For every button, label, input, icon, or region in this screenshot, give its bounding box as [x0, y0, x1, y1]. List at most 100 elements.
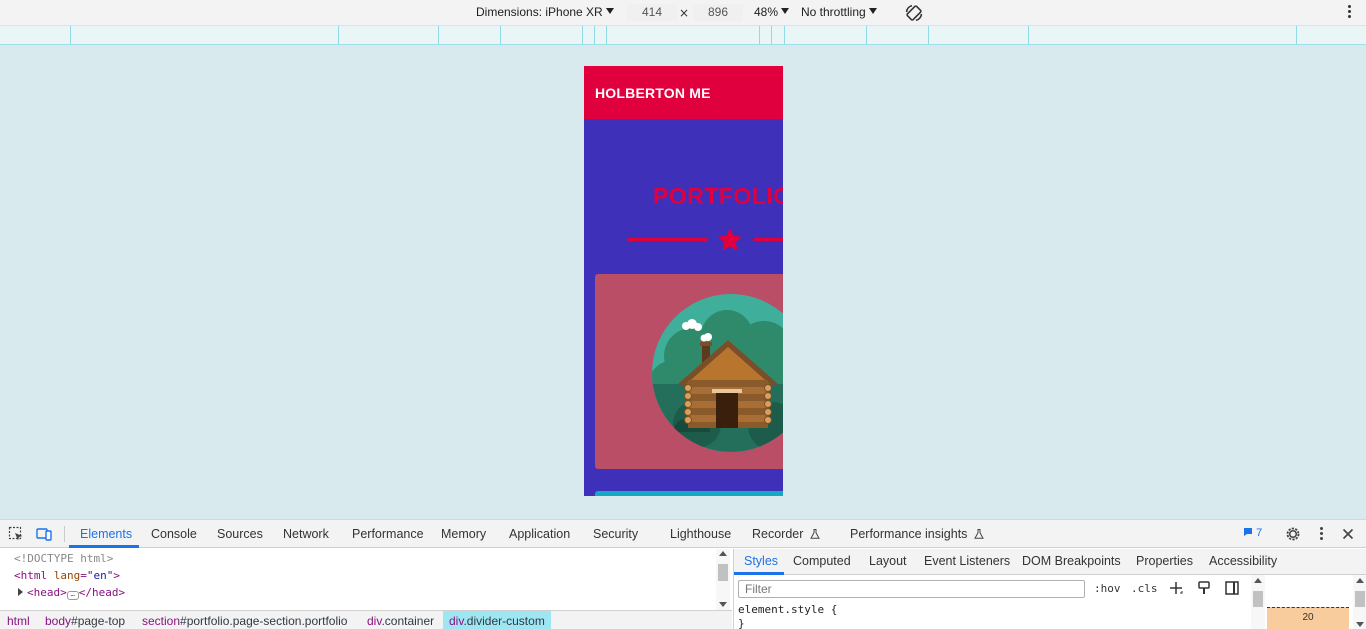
media-query-marker[interactable]: [594, 26, 595, 45]
media-query-marker[interactable]: [771, 26, 772, 45]
device-toolbar: Dimensions: iPhone XR 414 × 896 48% No t…: [0, 0, 1366, 26]
html-attr-value: "en": [86, 569, 114, 582]
scroll-up-icon[interactable]: [1254, 578, 1262, 583]
tab-lighthouse[interactable]: Lighthouse: [670, 527, 731, 541]
tab-console[interactable]: Console: [151, 527, 197, 541]
active-tab-indicator: [69, 545, 139, 548]
hover-state-toggle[interactable]: :hov: [1094, 582, 1121, 595]
tab-elements[interactable]: Elements: [80, 527, 132, 541]
head-open-tag: <head>: [27, 586, 67, 599]
media-query-marker[interactable]: [500, 26, 501, 45]
media-query-marker[interactable]: [338, 26, 339, 45]
devtools-tab-bar: Elements Console Sources Network Perform…: [0, 520, 1366, 548]
breadcrumb-html[interactable]: html: [7, 614, 30, 628]
box-model-scrollbar[interactable]: [1353, 575, 1366, 629]
dimensions-label: Dimensions: iPhone XR: [476, 5, 603, 19]
doctype-text: <!DOCTYPE html>: [14, 552, 114, 565]
tab-dom-breakpoints[interactable]: DOM Breakpoints: [1022, 554, 1121, 568]
styles-pane: Styles Computed Layout Event Listeners D…: [733, 549, 1366, 629]
issues-badge[interactable]: 7: [1243, 527, 1262, 539]
media-query-marker[interactable]: [438, 26, 439, 45]
star-icon: [718, 228, 742, 251]
element-style-rule[interactable]: element.style {: [738, 603, 837, 616]
tab-security[interactable]: Security: [593, 527, 638, 541]
tab-properties[interactable]: Properties: [1136, 554, 1193, 568]
doctype-node[interactable]: <!DOCTYPE html>: [14, 552, 113, 565]
issues-count: 7: [1256, 527, 1263, 539]
breadcrumb-container[interactable]: div.container: [367, 614, 434, 628]
breadcrumb-section[interactable]: section#portfolio.page-section.portfolio: [142, 614, 347, 628]
crumb-tag: body: [45, 614, 72, 628]
scrollbar-thumb[interactable]: [1253, 591, 1263, 607]
portfolio-item-card[interactable]: [595, 274, 783, 469]
styles-scrollbar[interactable]: [1251, 575, 1265, 629]
html-node[interactable]: <html lang="en">: [14, 569, 120, 582]
styles-filter-input[interactable]: [738, 580, 1085, 598]
media-query-marker[interactable]: [928, 26, 929, 45]
tab-application[interactable]: Application: [509, 527, 570, 541]
breadcrumb-divider-custom[interactable]: div.divider-custom: [443, 611, 551, 629]
emulated-viewport[interactable]: HOLBERTON ME PORTFOLIO: [584, 66, 783, 496]
media-query-marker[interactable]: [70, 26, 71, 45]
device-toggle-icon[interactable]: [36, 526, 52, 542]
tab-performance-insights[interactable]: Performance insights: [850, 527, 984, 541]
crumb-rest: .divider-custom: [463, 614, 545, 628]
rotate-icon[interactable]: [904, 3, 924, 23]
height-input[interactable]: 896: [693, 4, 743, 21]
zoom-dropdown[interactable]: 48%: [754, 5, 790, 19]
elements-scrollbar[interactable]: [716, 549, 730, 610]
tab-recorder[interactable]: Recorder: [752, 527, 820, 541]
portfolio-item-card[interactable]: [595, 491, 783, 496]
gear-icon[interactable]: [1285, 526, 1301, 542]
media-query-marker[interactable]: [784, 26, 785, 45]
elements-tree[interactable]: <!DOCTYPE html> <html lang="en"> <head>……: [0, 549, 732, 610]
tab-accessibility[interactable]: Accessibility: [1209, 554, 1277, 568]
plus-icon[interactable]: [1168, 580, 1184, 596]
media-query-bar[interactable]: [0, 26, 1366, 45]
tab-memory[interactable]: Memory: [441, 527, 486, 541]
close-icon[interactable]: [1340, 526, 1356, 542]
site-navbar: HOLBERTON ME: [584, 66, 783, 119]
sidebar-toggle-icon[interactable]: [1224, 580, 1240, 596]
crumb-tag: section: [142, 614, 181, 628]
tab-performance[interactable]: Performance: [352, 527, 424, 541]
tab-performance-insights-label: Performance insights: [850, 527, 968, 541]
media-query-marker[interactable]: [866, 26, 867, 45]
tab-event-listeners[interactable]: Event Listeners: [924, 554, 1010, 568]
scroll-down-icon[interactable]: [719, 602, 727, 607]
margin-value[interactable]: 20: [1302, 612, 1313, 623]
tab-computed[interactable]: Computed: [793, 554, 851, 568]
breadcrumb-body[interactable]: body#page-top: [45, 614, 125, 628]
media-query-marker[interactable]: [759, 26, 760, 45]
scrollbar-thumb[interactable]: [1355, 591, 1365, 607]
media-query-marker[interactable]: [606, 26, 607, 45]
crumb-tag: div: [367, 614, 382, 628]
margin-box[interactable]: 20: [1267, 607, 1349, 629]
scroll-up-icon[interactable]: [719, 551, 727, 556]
media-query-marker[interactable]: [1296, 26, 1297, 45]
tab-layout[interactable]: Layout: [869, 554, 907, 568]
scroll-down-icon[interactable]: [1356, 622, 1364, 627]
site-brand[interactable]: HOLBERTON ME: [595, 85, 711, 101]
inspect-element-icon[interactable]: [8, 526, 24, 542]
tab-network[interactable]: Network: [283, 527, 329, 541]
divider-line-left: [627, 238, 707, 241]
class-toggle[interactable]: .cls: [1131, 582, 1158, 595]
toolbar-divider: [64, 526, 65, 542]
element-style-rule-close: }: [738, 617, 745, 629]
scroll-up-icon[interactable]: [1356, 578, 1364, 583]
scrollbar-thumb[interactable]: [718, 564, 728, 581]
width-input[interactable]: 414: [627, 4, 677, 21]
throttling-dropdown[interactable]: No throttling: [801, 5, 877, 19]
media-query-marker[interactable]: [1028, 26, 1029, 45]
tab-sources[interactable]: Sources: [217, 527, 263, 541]
device-dimensions-dropdown[interactable]: Dimensions: iPhone XR: [476, 5, 614, 19]
media-query-marker[interactable]: [582, 26, 583, 45]
ellipsis-icon[interactable]: …: [66, 591, 79, 600]
devtools-more-icon[interactable]: [1320, 527, 1323, 540]
more-options-icon[interactable]: [1348, 5, 1352, 19]
paint-brush-icon[interactable]: [1196, 580, 1212, 596]
expand-triangle-icon[interactable]: [18, 588, 23, 596]
head-node[interactable]: <head>… </head>: [18, 586, 125, 600]
tab-styles[interactable]: Styles: [744, 554, 778, 568]
